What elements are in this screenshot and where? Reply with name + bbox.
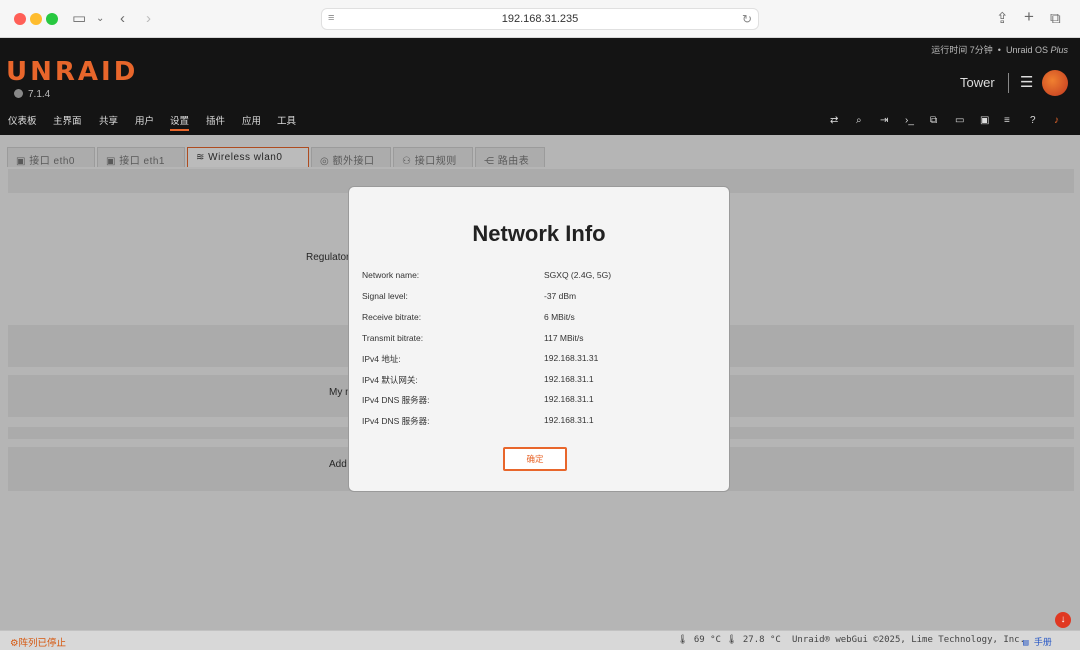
switch-icon[interactable]: ⇄ <box>830 115 838 126</box>
browser-toolbar: ▭ ⌄ ‹ › ≡ 192.168.31.235 ↻ ⇪ + ⧉ <box>0 0 1080 38</box>
header-tools: ⇄ ⌕ ⇥ ›_ ⧉ ▭ ▣ ≡ ? ♪ <box>830 115 1070 129</box>
share-icon[interactable]: ⇪ <box>996 10 1009 28</box>
network-info-dialog: Network Info Network name: SGXQ (2.4G, 5… <box>348 186 730 492</box>
zoom-window-button[interactable] <box>46 13 58 25</box>
help-icon[interactable]: ? <box>1030 115 1036 126</box>
terminal-icon[interactable]: ›_ <box>905 115 914 126</box>
unraid-header: 运行时间 7分钟 • Unraid OS Plus UNRAID 7.1.4 T… <box>0 38 1080 135</box>
array-status-text: 阵列已停止 <box>18 638 67 649</box>
status-footer: ⚙阵列已停止 🌡︎ 69 °C 🌡︎ 27.8 °C Unraid® webGu… <box>0 630 1080 650</box>
info-key: IPv4 DNS 服务器: <box>362 416 430 426</box>
info-value: SGXQ (2.4G, 5G) <box>544 270 612 280</box>
info-row: IPv4 DNS 服务器: 192.168.31.1 <box>362 394 718 408</box>
chevron-down-icon[interactable]: ⌄ <box>96 10 104 28</box>
cpu-temp-text: 69 °C <box>693 635 721 645</box>
version-info[interactable]: 7.1.4 <box>14 89 50 100</box>
info-key: Receive bitrate: <box>362 312 422 322</box>
info-row: IPv4 地址: 192.168.31.31 <box>362 353 718 367</box>
tab-overview-icon[interactable]: ⧉ <box>1050 10 1061 28</box>
version-text: 7.1.4 <box>28 89 51 100</box>
thermometer-icon: 🌡︎ <box>726 635 738 645</box>
edition-text: Unraid OS <box>1005 45 1051 55</box>
url-text: 192.168.31.235 <box>501 13 579 25</box>
info-row: Network name: SGXQ (2.4G, 5G) <box>362 270 718 284</box>
hamburger-menu-icon[interactable]: ☰ <box>1020 73 1033 91</box>
search-icon[interactable]: ⌕ <box>856 115 862 126</box>
info-value: 192.168.31.1 <box>544 415 594 425</box>
info-key: Signal level: <box>362 291 408 301</box>
info-key: Transmit bitrate: <box>362 333 424 343</box>
unraid-logo[interactable]: UNRAID <box>6 57 138 87</box>
address-bar[interactable]: ≡ 192.168.31.235 ↻ <box>321 8 759 30</box>
nav-item-apps[interactable]: 应用 <box>242 113 261 127</box>
info-row: IPv4 默认网关: 192.168.31.1 <box>362 374 718 388</box>
uptime-text: 运行时间 7分钟 <box>931 45 993 55</box>
update-status-icon <box>14 89 23 98</box>
info-key: Network name: <box>362 270 420 280</box>
info-key: IPv4 默认网关: <box>362 375 418 385</box>
edition-plus-text: Plus <box>1050 45 1068 55</box>
thermometer-icon: 🌡︎ <box>677 635 689 645</box>
dialog-title: Network Info <box>472 221 606 246</box>
info-row: Signal level: -37 dBm <box>362 291 718 305</box>
array-status[interactable]: ⚙阵列已停止 <box>10 635 66 649</box>
info-row: Receive bitrate: 6 MBit/s <box>362 312 718 326</box>
board-temp-text: 27.8 °C <box>742 635 781 645</box>
nav-item-plugins[interactable]: 插件 <box>206 113 225 127</box>
board-temp: 🌡︎ 27.8 °C <box>726 635 781 645</box>
nav-item-main[interactable]: 主界面 <box>53 113 82 127</box>
copy-icon[interactable]: ⧉ <box>930 115 937 126</box>
close-window-button[interactable] <box>14 13 26 25</box>
cpu-temp: 🌡︎ 69 °C <box>677 635 721 645</box>
log-icon[interactable]: ≡ <box>1004 115 1010 126</box>
info-value: 192.168.31.31 <box>544 353 599 363</box>
divider <box>1008 73 1009 93</box>
bell-icon[interactable]: ♪ <box>1054 115 1059 126</box>
info-key: IPv4 地址: <box>362 354 401 364</box>
uptime-status: 运行时间 7分钟 • Unraid OS Plus <box>931 45 1068 55</box>
logout-icon[interactable]: ⇥ <box>880 115 888 126</box>
nav-item-dashboard[interactable]: 仪表板 <box>8 113 37 127</box>
minimize-window-button[interactable] <box>30 13 42 25</box>
feedback-icon[interactable]: ▭ <box>955 115 964 126</box>
forward-button[interactable]: › <box>146 10 151 28</box>
info-row: Transmit bitrate: 117 MBit/s <box>362 333 718 347</box>
nav-item-users[interactable]: 用户 <box>135 113 154 127</box>
nav-item-shares[interactable]: 共享 <box>99 113 118 127</box>
manual-text: 手册 <box>1033 638 1052 648</box>
info-value: 117 MBit/s <box>544 333 584 343</box>
back-button[interactable]: ‹ <box>120 10 125 28</box>
info-value: 192.168.31.1 <box>544 374 594 384</box>
new-tab-icon[interactable]: + <box>1024 8 1034 26</box>
user-avatar[interactable] <box>1042 70 1068 96</box>
nav-item-settings[interactable]: 设置 <box>170 113 190 131</box>
info-value: 192.168.31.1 <box>544 394 594 404</box>
nav-item-tools[interactable]: 工具 <box>277 113 296 127</box>
ok-button[interactable]: 确定 <box>503 447 567 471</box>
info-value: 6 MBit/s <box>544 312 575 322</box>
info-row: IPv4 DNS 服务器: 192.168.31.1 <box>362 415 718 429</box>
reload-icon[interactable]: ↻ <box>742 12 752 26</box>
server-name: Tower <box>960 75 995 90</box>
sidebar-toggle-icon[interactable]: ▭ <box>72 10 86 28</box>
scroll-down-button[interactable]: ↓ <box>1055 612 1071 628</box>
info-value: -37 dBm <box>544 291 577 301</box>
copyright-text: Unraid® webGui ©2025, Lime Technology, I… <box>792 635 1025 645</box>
info-key: IPv4 DNS 服务器: <box>362 395 430 405</box>
manual-link[interactable]: ▤ 手册 <box>1023 635 1052 648</box>
monitor-icon[interactable]: ▣ <box>980 115 989 126</box>
